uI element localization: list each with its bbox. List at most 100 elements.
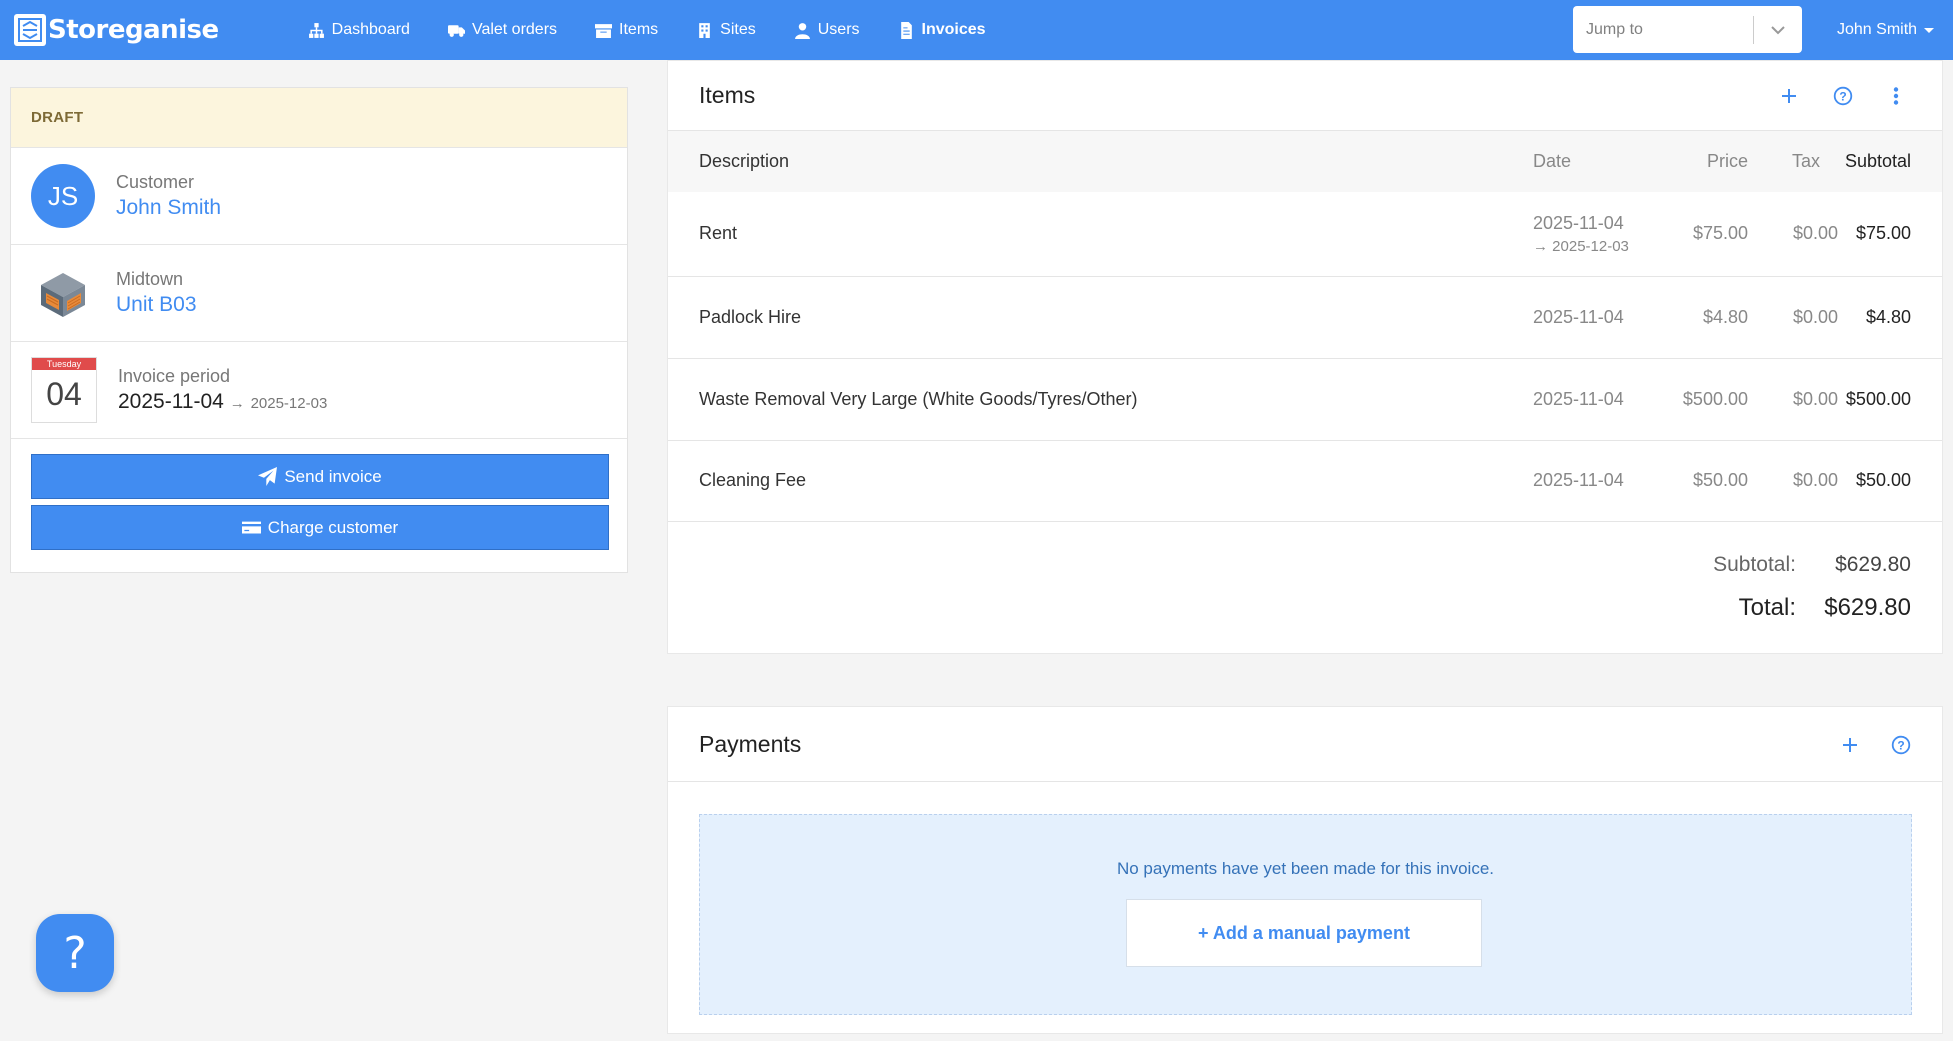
site-name: Midtown (116, 269, 184, 289)
send-invoice-button[interactable]: Send invoice (31, 454, 609, 499)
customer-row: JS Customer John Smith (11, 148, 627, 245)
nav-invoices[interactable]: Invoices (879, 0, 1005, 60)
item-date: 2025-11-04 (1533, 388, 1624, 409)
period-end: 2025-12-03 (250, 395, 328, 412)
nav-sites[interactable]: Sites (677, 0, 775, 60)
payments-card: Payments ? No payments have yet been mad… (667, 706, 1943, 1034)
subtotal-label: Subtotal: (1713, 553, 1796, 576)
items-table: Description Date Price Tax Subtotal Rent… (668, 131, 1942, 522)
plus-icon[interactable] (1778, 85, 1800, 107)
calendar-icon: Tuesday 04 (31, 357, 97, 423)
item-subtotal: $500.00 (1845, 388, 1911, 409)
sitemap-icon (308, 22, 324, 38)
table-row[interactable]: Cleaning Fee 2025-11-04 $50.00 $0.00 $50… (668, 440, 1942, 521)
brand[interactable]: Storeganise (14, 0, 219, 60)
period-start: 2025-11-04 (118, 390, 224, 413)
unit-link[interactable]: Unit B03 (116, 293, 197, 317)
plus-icon[interactable] (1839, 734, 1861, 756)
item-price: $500.00 (1682, 388, 1748, 409)
help-circle-icon[interactable]: ? (1890, 734, 1912, 756)
nav-items[interactable]: Items (576, 0, 677, 60)
help-button[interactable]: ? (36, 914, 114, 992)
item-tax: $0.00 (1792, 470, 1838, 490)
col-date[interactable]: Date (1533, 131, 1668, 192)
brand-name: Storeganise (48, 15, 219, 45)
credit-card-icon (241, 521, 261, 534)
item-date: 2025-11-04 (1533, 306, 1624, 327)
table-row[interactable]: Waste Removal Very Large (White Goods/Ty… (668, 358, 1942, 440)
nav-dashboard[interactable]: Dashboard (289, 0, 429, 60)
col-subtotal[interactable]: Subtotal (1838, 131, 1942, 192)
calendar-weekday: Tuesday (32, 358, 96, 370)
jump-to-placeholder: Jump to (1586, 20, 1643, 38)
table-row[interactable]: Rent 2025-11-04 → 2025-12-03 $75.00 $0.0… (668, 192, 1942, 276)
item-date: 2025-11-04 (1533, 212, 1624, 233)
item-price: $75.00 (1692, 223, 1748, 244)
user-menu-name: John Smith (1837, 21, 1918, 38)
item-description: Padlock Hire (699, 306, 802, 327)
period-label: Invoice period (118, 366, 231, 386)
nav-dashboard-label: Dashboard (331, 21, 410, 38)
svg-text:?: ? (1897, 738, 1904, 752)
item-date-end: 2025-12-03 (1552, 237, 1629, 255)
payments-title: Payments (699, 730, 802, 757)
truck-icon (447, 24, 465, 37)
storage-building-icon (31, 261, 95, 325)
items-card: Items ? Description Date Price Tax Subto… (667, 60, 1943, 654)
item-tax: $0.00 (1792, 306, 1838, 327)
user-icon (794, 22, 810, 39)
payments-empty-state: No payments have yet been made for this … (699, 814, 1912, 1015)
total-value: $629.80 (1824, 594, 1911, 621)
add-manual-payment-button[interactable]: + Add a manual payment (1126, 899, 1482, 967)
storeganise-logo-icon (14, 14, 46, 46)
customer-label: Customer (116, 172, 195, 192)
col-description[interactable]: Description (668, 131, 1533, 192)
charge-customer-label: Charge customer (267, 517, 399, 537)
col-tax[interactable]: Tax (1748, 131, 1838, 192)
user-menu[interactable]: John Smith (1837, 0, 1935, 60)
invoice-status-bar: DRAFT (11, 88, 627, 148)
no-payments-text: No payments have yet been made for this … (1116, 859, 1495, 878)
period-row: Tuesday 04 Invoice period 2025-11-04 → 2… (11, 342, 627, 439)
nav-users[interactable]: Users (775, 0, 879, 60)
nav-invoices-label: Invoices (921, 21, 986, 38)
more-vertical-icon[interactable] (1885, 85, 1907, 107)
item-date-to: → 2025-12-03 (1533, 237, 1629, 255)
item-price: $50.00 (1692, 470, 1748, 490)
send-invoice-label: Send invoice (284, 466, 382, 486)
nav-items-label: Items (619, 21, 659, 38)
calendar-day: 04 (46, 376, 82, 412)
nav-valet-orders-label: Valet orders (471, 21, 558, 38)
file-invoice-icon (900, 21, 912, 39)
item-subtotal: $50.00 (1855, 470, 1911, 490)
invoice-summary-panel: DRAFT JS Customer John Smith Midtown Uni… (10, 87, 628, 573)
nav-valet-orders[interactable]: Valet orders (429, 0, 576, 60)
payments-header: Payments ? (668, 707, 1942, 782)
item-description: Waste Removal Very Large (White Goods/Ty… (699, 388, 1138, 409)
items-title: Items (699, 82, 756, 108)
subtotal-value: $629.80 (1835, 553, 1911, 576)
charge-customer-button[interactable]: Charge customer (31, 505, 609, 550)
top-navbar: Storeganise Dashboard Valet orders Items… (0, 0, 1953, 60)
customer-link[interactable]: John Smith (116, 196, 221, 220)
paper-plane-icon (258, 467, 278, 486)
total-label: Total: (1738, 594, 1796, 621)
item-tax: $0.00 (1792, 223, 1838, 244)
jump-to-select[interactable]: Jump to (1573, 6, 1802, 53)
customer-avatar: JS (31, 164, 95, 228)
items-header: Items ? (668, 61, 1942, 131)
nav-users-label: Users (817, 21, 860, 38)
caret-down-icon (1924, 27, 1935, 33)
item-date: 2025-11-04 (1533, 470, 1624, 490)
item-description: Cleaning Fee (699, 470, 807, 490)
col-price[interactable]: Price (1668, 131, 1748, 192)
item-price: $4.80 (1702, 306, 1748, 327)
invoice-status: DRAFT (31, 109, 84, 126)
item-subtotal: $75.00 (1855, 223, 1911, 244)
help-circle-icon[interactable]: ? (1832, 85, 1854, 107)
period-value: 2025-11-04 → 2025-12-03 (118, 390, 327, 414)
building-icon (699, 22, 710, 38)
table-row[interactable]: Padlock Hire 2025-11-04 $4.80 $0.00 $4.8… (668, 276, 1942, 358)
item-description: Rent (699, 223, 738, 244)
chevron-down-icon[interactable] (1754, 6, 1802, 53)
